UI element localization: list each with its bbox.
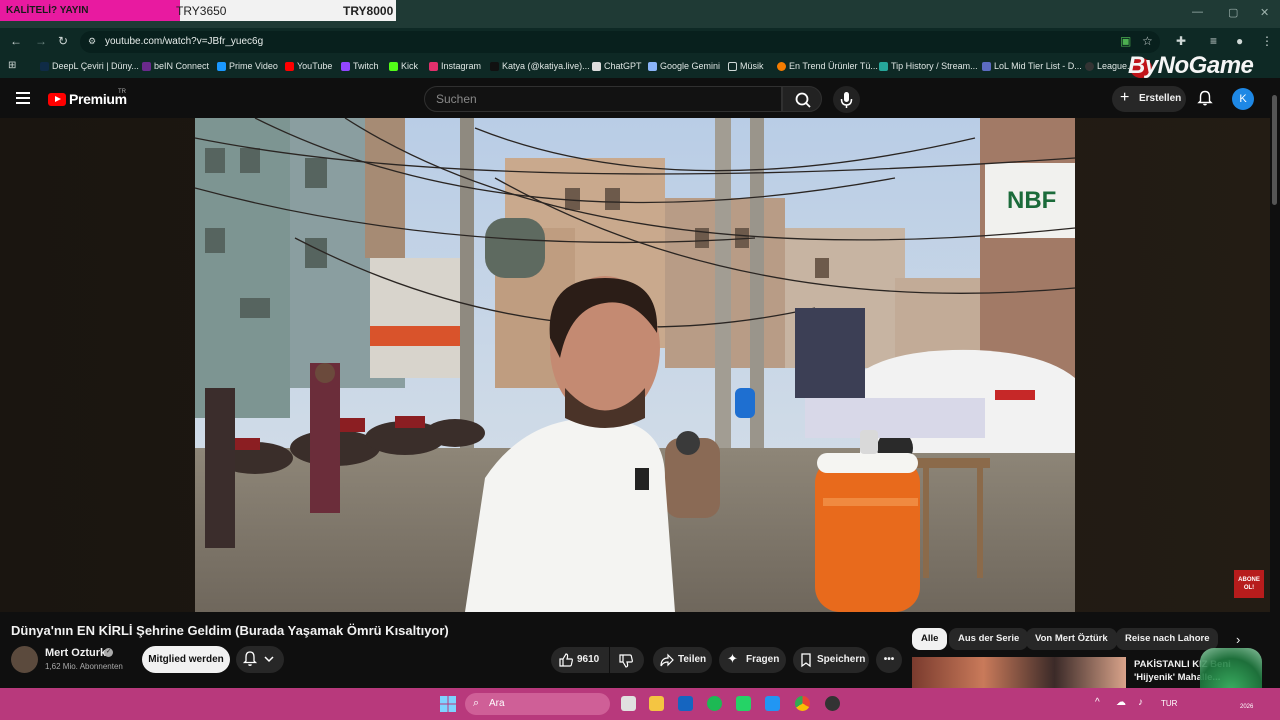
overlay-label: KALİTELİ? YAYIN	[6, 5, 89, 16]
minimize-icon[interactable]: —	[1192, 6, 1203, 18]
notifications-bell-icon[interactable]	[1197, 90, 1213, 106]
input-language[interactable]: TUR	[1161, 699, 1177, 708]
file-explorer-icon[interactable]	[649, 696, 664, 711]
search-input[interactable]: Suchen	[424, 86, 782, 112]
bookmark-twitch[interactable]: Twitch	[341, 61, 379, 71]
profile-icon[interactable]: ●	[1236, 34, 1243, 48]
bookmark-icon	[799, 652, 813, 673]
share-arrow-icon	[659, 652, 675, 673]
youtube-play-icon	[55, 96, 61, 102]
chip-channel[interactable]: Von Mert Öztürk	[1026, 628, 1117, 650]
extension-icon[interactable]: ▣	[1120, 34, 1131, 48]
onedrive-icon[interactable]: ☁	[1116, 697, 1126, 708]
spotify-icon[interactable]	[707, 696, 722, 711]
video-title: Dünya'nın EN KİRLİ Şehrine Geldim (Burad…	[11, 623, 449, 638]
search-icon	[795, 92, 811, 108]
sparkle-icon: ✦	[727, 651, 738, 666]
search-button[interactable]	[782, 86, 822, 112]
taskbar-search-icon: ⌕	[473, 697, 480, 709]
back-icon[interactable]: ←	[10, 34, 22, 48]
bookmark-star-icon[interactable]: ☆	[1142, 34, 1153, 48]
whatsapp-icon[interactable]	[736, 696, 751, 711]
video-frame-image: NBF	[195, 118, 1075, 612]
reading-list-icon[interactable]: ≡	[1210, 34, 1217, 48]
scrollbar-thumb[interactable]	[1272, 95, 1277, 205]
bookmark-trend[interactable]: En Trend Ürünler Tü...	[777, 61, 878, 71]
windows-taskbar	[0, 688, 1280, 720]
forward-icon[interactable]: →	[35, 34, 47, 48]
voice-search-button[interactable]	[833, 86, 860, 113]
apps-icon[interactable]: ⊞	[8, 60, 16, 71]
bookmark-kick[interactable]: Kick	[389, 61, 418, 71]
bookmark-tip-history[interactable]: Tip History / Stream...	[879, 61, 978, 71]
browser-tab-bar-strip	[0, 21, 396, 28]
bookmark-gemini[interactable]: Google Gemini	[648, 61, 720, 71]
thumbs-down-icon	[618, 653, 634, 674]
obs-icon[interactable]	[825, 696, 840, 711]
bookmark-katya[interactable]: Katya (@katiya.live)...	[490, 61, 590, 71]
join-membership-button[interactable]: Mitglied werden	[142, 646, 230, 673]
subscriber-count: 1,62 Mio. Abonnenten	[45, 662, 123, 671]
overlay-price-2: TRY8000	[343, 4, 394, 18]
more-dots-icon: •••	[883, 654, 895, 665]
site-info-icon[interactable]: ⚙	[88, 36, 96, 47]
ask-label: Fragen	[746, 654, 780, 665]
browser-tab-bar	[396, 0, 1280, 28]
more-actions-button[interactable]: •••	[876, 647, 902, 673]
hamburger-menu-icon[interactable]	[16, 92, 30, 104]
region-code: TR	[118, 89, 126, 95]
channel-avatar[interactable]	[11, 646, 38, 673]
thumbs-up-icon	[558, 652, 574, 673]
svg-text:NBF: NBF	[1007, 187, 1056, 214]
recommended-video-thumbnail[interactable]	[912, 657, 1126, 688]
bookmark-youtube[interactable]: YouTube	[285, 61, 332, 71]
bookmark-deepl[interactable]: DeepL Çeviri | Düny...	[40, 61, 139, 71]
bookmark-lol[interactable]: LoL Mid Tier List - D...	[982, 61, 1082, 71]
calculator-icon[interactable]	[621, 696, 636, 711]
user-avatar[interactable]: K	[1232, 88, 1254, 110]
url-text[interactable]: youtube.com/watch?v=JBfr_yuec6g	[105, 36, 263, 47]
bell-chevron-icon	[242, 651, 274, 666]
verified-check-icon: ✓	[104, 648, 113, 657]
subscription-bell-dropdown[interactable]	[236, 646, 284, 673]
plus-icon: +	[1120, 89, 1130, 106]
overlay-price-1: TRY3650	[176, 4, 227, 18]
save-label: Speichern	[817, 654, 866, 665]
bynogame-watermark: ByNoGame	[1128, 52, 1254, 79]
chrome-icon[interactable]	[795, 696, 810, 711]
bookmark-chatgpt[interactable]: ChatGPT	[592, 61, 642, 71]
bookmark-bein[interactable]: beIN Connect	[142, 61, 209, 71]
clock-date[interactable]: 2026	[1240, 704, 1253, 710]
taskbar-search[interactable]: Ara	[465, 693, 610, 715]
like-count: 9610	[577, 654, 600, 665]
bookmark-instagram[interactable]: Instagram	[429, 61, 481, 71]
bookmark-folder-musik[interactable]: Müsik	[728, 61, 764, 71]
chip-series[interactable]: Aus der Serie	[949, 628, 1029, 650]
microphone-icon	[840, 92, 853, 108]
share-label: Teilen	[678, 654, 707, 665]
microphone-tray-icon[interactable]: ♪	[1138, 697, 1143, 708]
chevron-right-icon[interactable]: ›	[1236, 632, 1240, 647]
video-player[interactable]: NBF	[195, 118, 1075, 612]
app-window-icon[interactable]	[765, 696, 780, 711]
channel-name[interactable]: Mert Ozturk	[45, 647, 106, 659]
chip-lahore[interactable]: Reise nach Lahore	[1116, 628, 1219, 650]
outlook-icon[interactable]	[678, 696, 693, 711]
chip-all[interactable]: Alle	[912, 628, 948, 650]
windows-start-icon[interactable]	[440, 696, 456, 717]
close-icon[interactable]: ✕	[1260, 6, 1269, 19]
maximize-icon[interactable]: ▢	[1228, 6, 1238, 19]
browser-menu-icon[interactable]: ⋮	[1261, 34, 1273, 48]
extensions-puzzle-icon[interactable]: ✚	[1176, 34, 1186, 48]
subscribe-overlay-badge: ABONE OL!	[1234, 570, 1264, 598]
bookmark-prime[interactable]: Prime Video	[217, 61, 278, 71]
reload-icon[interactable]: ↻	[58, 34, 68, 48]
tray-chevron-icon[interactable]: ^	[1095, 697, 1100, 708]
